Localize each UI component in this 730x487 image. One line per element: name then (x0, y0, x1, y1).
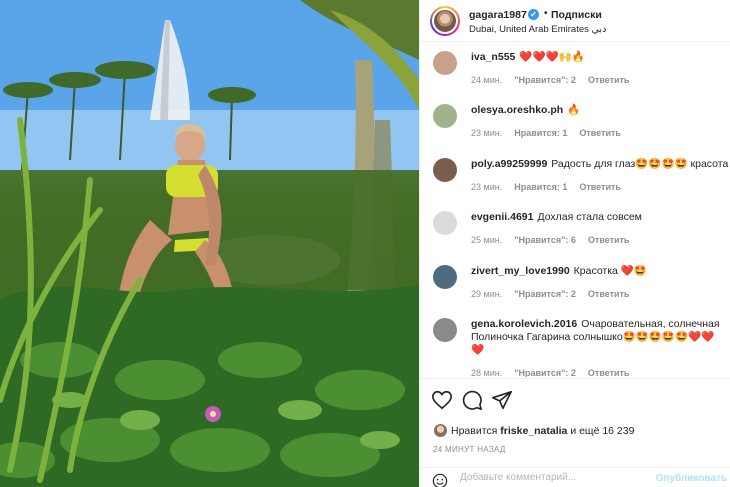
add-comment-bar: Опубликовать (420, 467, 730, 487)
comment-age: 23 мин. (471, 182, 503, 192)
comment-likes[interactable]: Нравится: 1 (514, 128, 567, 138)
paper-plane-icon[interactable] (491, 389, 513, 411)
commenter-avatar[interactable] (433, 104, 457, 128)
comment-age: 28 мин. (471, 368, 503, 377)
commenter-avatar[interactable] (433, 158, 457, 182)
comment-body: olesya.oreshko.ph 🔥 (471, 104, 729, 117)
comment-likes[interactable]: Нравится: 1 (514, 182, 567, 192)
comment-meta: 24 мин. "Нравится": 2 Ответить (471, 75, 641, 85)
comment-username[interactable]: olesya.oreshko.ph (471, 104, 563, 116)
comment-likes[interactable]: "Нравится": 6 (514, 235, 576, 245)
comment-text: Радость для глаз🤩🤩🤩🤩 красота (551, 158, 729, 170)
likes-count[interactable]: и ещё 16 239 (570, 425, 634, 437)
comment-bubble-icon[interactable] (461, 389, 483, 411)
comment-meta: 23 мин. Нравится: 1 Ответить (471, 128, 633, 138)
comment-likes[interactable]: "Нравится": 2 (514, 289, 576, 299)
liker-avatar (434, 424, 447, 437)
comment-reply-button[interactable]: Ответить (579, 128, 621, 138)
verified-badge-icon: ✔ (528, 9, 539, 20)
comment-meta: 29 мин. "Нравится": 2 Ответить (471, 289, 641, 299)
publish-button[interactable]: Опубликовать (656, 473, 727, 484)
heart-icon[interactable] (431, 389, 453, 411)
post-timestamp: 24 МИНУТ НАЗАД (433, 445, 506, 454)
comment-text: ❤️❤️❤️🙌🔥 (519, 51, 585, 63)
author-avatar[interactable] (430, 6, 460, 36)
comment-body: zivert_my_love1990 Красотка ❤️🤩 (471, 265, 729, 278)
comment-age: 29 мин. (471, 289, 503, 299)
comment-text: Дохлая стала совсем (537, 211, 642, 223)
comment-reply-button[interactable]: Ответить (579, 182, 621, 192)
comment-likes[interactable]: "Нравится": 2 (514, 368, 576, 377)
commenter-avatar[interactable] (433, 318, 457, 342)
smile-icon[interactable] (432, 473, 448, 487)
comment-body: gena.korolevich.2016 Очаровательная, солн… (471, 318, 726, 357)
comment-reply-button[interactable]: Ответить (588, 368, 630, 377)
comment-username[interactable]: zivert_my_love1990 (471, 265, 570, 277)
comment-body: iva_n555 ❤️❤️❤️🙌🔥 (471, 51, 729, 64)
commenter-avatar[interactable] (433, 211, 457, 235)
comment-text: 🔥 (567, 104, 581, 116)
comment-reply-button[interactable]: Ответить (588, 289, 630, 299)
comment-text: Красотка ❤️🤩 (573, 265, 647, 277)
comment-username[interactable]: poly.a99259999 (471, 158, 547, 170)
author-username[interactable]: gagara1987 (469, 9, 527, 21)
comment-meta: 28 мин. "Нравится": 2 Ответить (471, 368, 641, 377)
likes-summary[interactable]: Нравится friske_natalia и ещё 16 239 (434, 424, 634, 437)
comments-list[interactable]: iva_n555 ❤️❤️❤️🙌🔥 24 мин. "Нравится": 2 Отв… (420, 43, 730, 377)
comment-meta: 23 мин. Нравится: 1 Ответить (471, 182, 633, 192)
beach-photo-illustration (0, 0, 419, 487)
post-side-panel: gagara1987 ✔ • Подписки Dubai, United Ar… (419, 0, 730, 487)
liker-username[interactable]: friske_natalia (500, 425, 567, 437)
commenter-avatar[interactable] (433, 51, 457, 75)
comment-body: evgenii.4691 Дохлая стала совсем (471, 211, 729, 224)
post-photo[interactable] (0, 0, 419, 487)
comment-reply-button[interactable]: Ответить (588, 75, 630, 85)
comment-username[interactable]: iva_n555 (471, 51, 515, 63)
comment-meta: 25 мин. "Нравится": 6 Ответить (471, 235, 641, 245)
commenter-avatar[interactable] (433, 265, 457, 289)
likes-prefix: Нравится (451, 425, 498, 437)
comment-body: poly.a99259999 Радость для глаз🤩🤩🤩🤩 красо… (471, 158, 729, 171)
post-location[interactable]: Dubai, United Arab Emirates دبي (469, 24, 606, 35)
post-header: gagara1987 ✔ • Подписки Dubai, United Ar… (420, 0, 730, 42)
comment-username[interactable]: gena.korolevich.2016 (471, 318, 577, 330)
comment-age: 25 мин. (471, 235, 503, 245)
comment-age: 24 мин. (471, 75, 503, 85)
post-actions: Нравится friske_natalia и ещё 16 239 24 … (420, 378, 730, 487)
header-separator: • (544, 8, 548, 19)
add-comment-input[interactable] (460, 472, 680, 483)
comment-reply-button[interactable]: Ответить (588, 235, 630, 245)
comment-likes[interactable]: "Нравится": 2 (514, 75, 576, 85)
comment-username[interactable]: evgenii.4691 (471, 211, 533, 223)
comment-age: 23 мин. (471, 128, 503, 138)
following-button[interactable]: Подписки (551, 9, 602, 21)
